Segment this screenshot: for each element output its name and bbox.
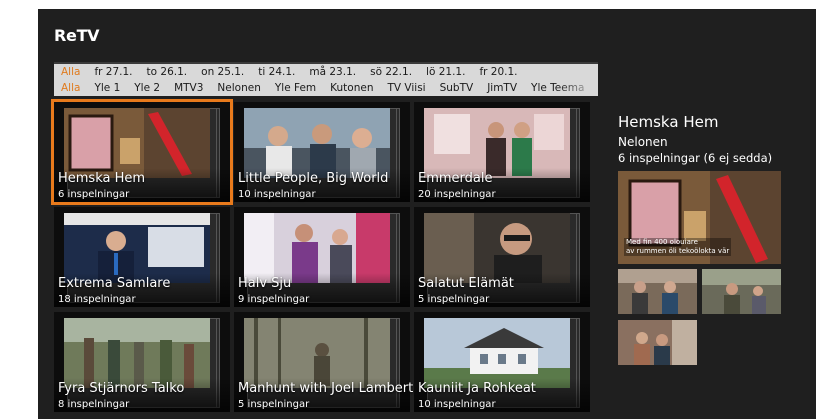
show-count: 20 inspelningar bbox=[418, 189, 496, 200]
channel-filter-item[interactable]: JimTV bbox=[480, 80, 524, 96]
date-filter-all[interactable]: Alla bbox=[54, 64, 87, 80]
channel-filter-item[interactable]: TV Viisi bbox=[380, 80, 432, 96]
channel-filter-item[interactable]: Kutonen bbox=[323, 80, 380, 96]
filter-fade bbox=[558, 80, 598, 96]
show-count: 6 inspelningar bbox=[58, 189, 130, 200]
show-title: Kauniit Ja Rohkeat bbox=[418, 381, 536, 396]
show-title: Extrema Samlare bbox=[58, 276, 171, 291]
detail-channel: Nelonen bbox=[618, 135, 668, 149]
show-count: 10 inspelningar bbox=[238, 189, 316, 200]
date-filter-bar: Alla fr 27.1. to 26.1. on 25.1. ti 24.1. må 2… bbox=[54, 62, 598, 80]
episode-thumbnail[interactable] bbox=[702, 269, 781, 314]
app-title: ReTV bbox=[54, 26, 100, 45]
episode-thumbnail[interactable] bbox=[618, 269, 697, 314]
channel-filter-item[interactable]: SubTV bbox=[433, 80, 481, 96]
show-title: Salatut Elämät bbox=[418, 276, 514, 291]
detail-recordings: 6 inspelningar (6 ej sedda) bbox=[618, 151, 773, 165]
show-tile-kauniit-ja-rohkeat[interactable]: Kauniit Ja Rohkeat 10 inspelningar bbox=[414, 312, 590, 412]
channel-filter-item[interactable]: MTV3 bbox=[167, 80, 210, 96]
show-tile-extrema-samlare[interactable]: Extrema Samlare 18 inspelningar bbox=[54, 207, 230, 307]
show-count: 5 inspelningar bbox=[418, 294, 490, 305]
caption-line: av rummen öli tekoölokta vär bbox=[626, 247, 730, 255]
detail-panel: Hemska Hem Nelonen 6 inspelningar (6 ej … bbox=[618, 113, 808, 165]
channel-filter-item[interactable]: Nelonen bbox=[210, 80, 267, 96]
show-tile-hemska-hem[interactable]: Hemska Hem 6 inspelningar bbox=[51, 99, 233, 205]
show-title: Fyra Stjärnors Talko bbox=[58, 381, 185, 396]
show-tile-halv-sju[interactable]: Halv Sju 9 inspelningar bbox=[234, 207, 410, 307]
show-title: Manhunt with Joel Lambert bbox=[238, 381, 414, 396]
date-filter-item[interactable]: sö 22.1. bbox=[363, 64, 419, 80]
show-count: 5 inspelningar bbox=[238, 399, 310, 410]
show-count: 8 inspelningar bbox=[58, 399, 130, 410]
show-tile-manhunt[interactable]: Manhunt with Joel Lambert 5 inspelningar bbox=[234, 312, 414, 412]
channel-filter-bar: Alla Yle 1 Yle 2 MTV3 Nelonen Yle Fem Kutonen T… bbox=[54, 80, 598, 96]
date-filter-item[interactable]: on 25.1. bbox=[194, 64, 251, 80]
show-grid: Hemska Hem 6 inspelningar Little People,… bbox=[51, 99, 614, 419]
date-filter-item[interactable]: fr 20.1. bbox=[472, 64, 524, 80]
detail-preview-main[interactable]: Med fin 400 olouiare av rummen öli tekoö… bbox=[618, 171, 781, 264]
show-title: Halv Sju bbox=[238, 276, 292, 291]
date-filter-item[interactable]: ti 24.1. bbox=[251, 64, 302, 80]
date-filter-item[interactable]: fr 27.1. bbox=[87, 64, 139, 80]
channel-filter-item[interactable]: Yle 2 bbox=[127, 80, 167, 96]
show-count: 18 inspelningar bbox=[58, 294, 136, 305]
subtitle-caption: Med fin 400 olouiare av rummen öli tekoö… bbox=[624, 238, 732, 256]
date-filter-item[interactable]: lö 21.1. bbox=[419, 64, 472, 80]
show-title: Hemska Hem bbox=[58, 171, 146, 186]
detail-title: Hemska Hem bbox=[618, 113, 719, 131]
channel-filter-item[interactable]: Yle Fem bbox=[268, 80, 323, 96]
show-title: Emmerdale bbox=[418, 171, 493, 186]
date-filter-item[interactable]: to 26.1. bbox=[140, 64, 195, 80]
date-filter-item[interactable]: må 23.1. bbox=[302, 64, 363, 80]
show-title: Little People, Big World bbox=[238, 171, 389, 186]
show-count: 9 inspelningar bbox=[238, 294, 310, 305]
show-tile-emmerdale[interactable]: Emmerdale 20 inspelningar bbox=[414, 102, 590, 202]
show-tile-little-people[interactable]: Little People, Big World 10 inspelningar bbox=[234, 102, 410, 202]
channel-filter-item[interactable]: Yle 1 bbox=[87, 80, 127, 96]
caption-line: Med fin 400 olouiare bbox=[626, 238, 698, 246]
show-tile-fyra-stjarnors-talko[interactable]: Fyra Stjärnors Talko 8 inspelningar bbox=[54, 312, 230, 412]
show-tile-salatut-elamat[interactable]: Salatut Elämät 5 inspelningar bbox=[414, 207, 590, 307]
channel-filter-all[interactable]: Alla bbox=[54, 80, 87, 96]
show-count: 10 inspelningar bbox=[418, 399, 496, 410]
episode-thumbnail[interactable] bbox=[618, 320, 697, 365]
app-window: ReTV Alla fr 27.1. to 26.1. on 25.1. ti 24.1… bbox=[38, 9, 816, 419]
